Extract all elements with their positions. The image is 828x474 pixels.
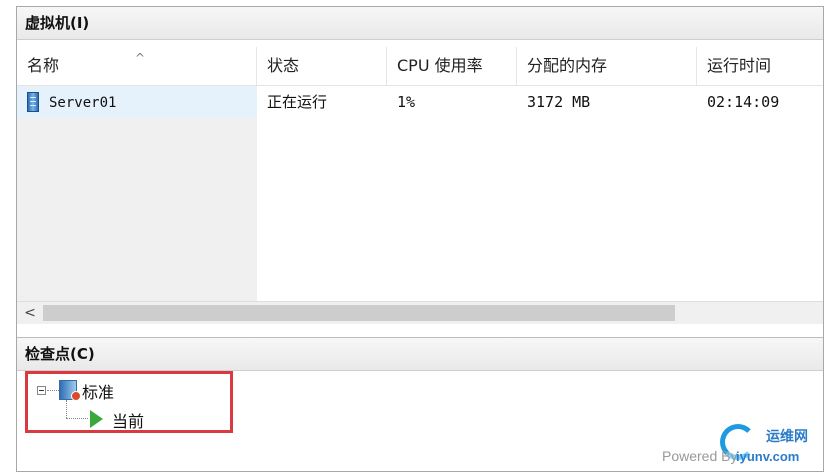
column-header-cpu[interactable]: CPU 使用率 — [387, 47, 517, 85]
checkpoint-item-current[interactable]: 当前 — [112, 408, 144, 432]
vm-uptime: 02:14:09 — [707, 93, 780, 111]
horizontal-scrollbar[interactable]: < — [17, 301, 823, 324]
play-icon — [90, 410, 103, 428]
hyperv-manager-pane: 虚拟机(I) 名称 ^ 状态 CPU 使用率 分配的内存 运行时间 Server… — [16, 6, 824, 472]
watermark-url: iyunv.com — [736, 449, 800, 464]
sort-ascending-icon: ^ — [135, 51, 146, 65]
column-header-status[interactable]: 状态 — [257, 47, 387, 85]
checkpoint-item-standard[interactable]: 标准 — [82, 379, 114, 403]
vm-cpu: 1% — [397, 93, 416, 111]
checkpoint-tree: 标准 当前 — [25, 371, 233, 433]
name-column-background — [17, 118, 257, 301]
column-header-name[interactable]: 名称 ^ — [17, 47, 257, 85]
vm-table-header: 名称 ^ 状态 CPU 使用率 分配的内存 运行时间 — [17, 47, 823, 86]
column-header-memory[interactable]: 分配的内存 — [517, 47, 697, 85]
server-icon — [27, 92, 39, 112]
checkpoint-panel-title: 检查点(C) — [17, 337, 823, 371]
collapse-icon[interactable] — [37, 386, 46, 395]
vm-panel-title: 虚拟机(I) — [17, 7, 823, 40]
watermark-powered: Powered By — [662, 448, 738, 464]
watermark-logo: 运维网 Powered By iyunv.com — [662, 422, 818, 470]
column-label: 名称 — [27, 56, 60, 75]
table-row[interactable]: Server01 正在运行 1% 3172 MB 02:14:09 — [17, 86, 823, 118]
tree-connector — [47, 390, 59, 391]
vm-name: Server01 — [49, 95, 117, 111]
tree-connector — [66, 418, 88, 419]
scrollbar-thumb[interactable] — [43, 305, 675, 321]
checkpoint-icon — [59, 380, 81, 401]
vm-status: 正在运行 — [267, 93, 328, 111]
column-header-uptime[interactable]: 运行时间 — [697, 47, 823, 85]
vm-name-cell[interactable]: Server01 — [17, 86, 257, 118]
vm-memory: 3172 MB — [527, 93, 591, 111]
watermark-site-name: 运维网 — [766, 429, 808, 445]
scroll-left-icon[interactable]: < — [21, 302, 39, 324]
vm-list-empty-area — [17, 118, 823, 301]
tree-connector — [66, 400, 67, 418]
